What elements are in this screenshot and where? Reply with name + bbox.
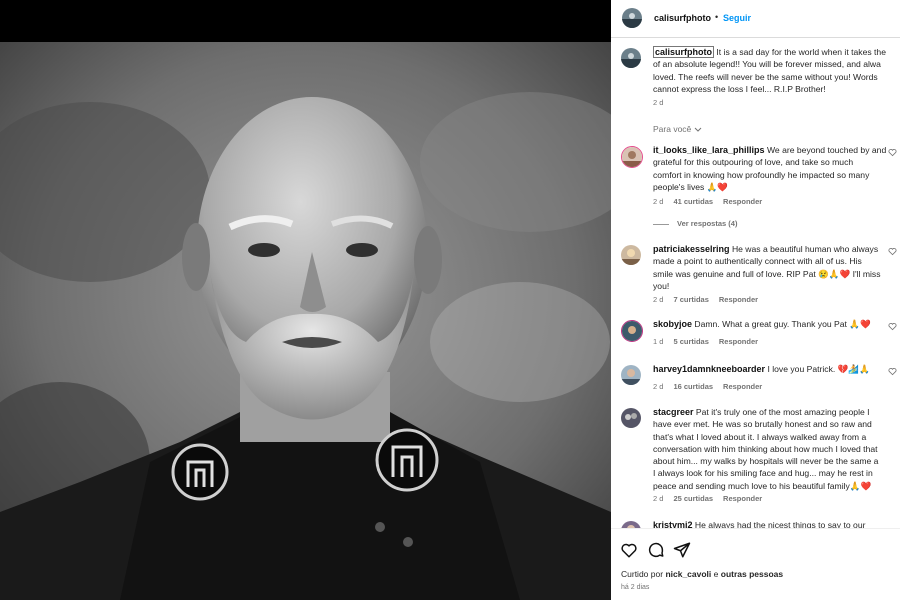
comment-likes[interactable]: 7 curtidas (673, 295, 708, 304)
comments-list[interactable]: calisurfphoto It is a sad day for the wo… (611, 38, 900, 528)
post-date: há 2 dias (621, 584, 650, 591)
comment-likes[interactable]: 16 curtidas (673, 382, 713, 391)
comment-line: that's what I loved about it. I always w… (653, 431, 867, 442)
commenter-username[interactable]: it_looks_like_lara_phillips (653, 145, 765, 155)
comment-text: skobyjoe Damn. What a great guy. Thank y… (653, 318, 900, 330)
commenter-username[interactable]: harvey1damnkneeboarder (653, 364, 765, 374)
caption-meta: 2 d (653, 98, 673, 107)
commenter-avatar[interactable] (621, 521, 641, 528)
replies-divider (653, 223, 669, 225)
comment-age: 2 d (653, 382, 664, 391)
commenter-avatar[interactable] (621, 146, 643, 168)
comment-line: Pat it's truly one of the most amazing p… (695, 407, 870, 417)
comment-text: harvey1damnkneeboarder I love you Patric… (653, 363, 900, 375)
comment-text: patriciakesselring He was a beautiful hu… (653, 243, 900, 292)
commenter-avatar[interactable] (621, 365, 641, 385)
caption-age: 2 d (653, 98, 664, 107)
reply-button[interactable]: Responder (719, 337, 758, 346)
comment-line: smile was genuine and full of love. RIP … (653, 268, 881, 279)
comment-line: made a point to authentically connect wi… (653, 256, 862, 267)
heart-icon[interactable] (620, 541, 638, 559)
comment-line: He was a beautiful human who always (731, 244, 879, 254)
liked-by: Curtido por nick_cavoli e outras pessoas (621, 569, 783, 579)
comment-line: people's lives 🙏❤️ (653, 181, 729, 192)
comment-text: it_looks_like_lara_phillips We are beyon… (653, 144, 900, 193)
comment-line: He always had the nicest things to say t… (694, 520, 866, 528)
commenter-username[interactable]: skobyjoe (653, 319, 692, 329)
chevron-down-icon (694, 124, 702, 134)
commenter-avatar[interactable] (621, 245, 641, 265)
comment-line: conversation with him thinking about how… (653, 443, 878, 454)
comment-line: grateful for this outpouring of love, an… (653, 157, 854, 168)
commenter-username[interactable]: patriciakesselring (653, 244, 730, 254)
comment-line: peace and sending much love to his beaut… (653, 480, 872, 491)
comment-line: I love you Patrick. 💔🏄🙏 (767, 364, 870, 374)
reply-button[interactable]: Responder (723, 382, 762, 391)
post-details-panel: calisurfphoto • Seguir calisurfphoto It … (611, 0, 900, 600)
follow-button[interactable]: Seguir (723, 13, 751, 23)
comment-text: kristymj2 He always had the nicest thing… (653, 519, 900, 528)
commenter-avatar[interactable] (621, 408, 641, 428)
reply-button[interactable]: Responder (723, 494, 762, 503)
commenter-avatar[interactable] (621, 320, 643, 342)
comment-age: 1 d (653, 337, 664, 346)
comment-line: have ever met. He was so brutally honest… (653, 419, 872, 430)
caption-line: of an absolute legend!! You will be fore… (653, 59, 881, 70)
comment-age: 2 d (653, 295, 664, 304)
comment-line: you! (653, 280, 670, 291)
author-avatar[interactable] (621, 48, 641, 68)
comment-text: stacgreer Pat it's truly one of the most… (653, 406, 900, 492)
comment-line: comfort in knowing how profoundly he imp… (653, 169, 870, 180)
comment-line: Damn. What a great guy. Thank you Pat 🙏❤… (694, 319, 871, 329)
for-you-filter[interactable]: Para você (653, 124, 702, 134)
post-photo[interactable] (0, 42, 611, 600)
caption-line: cannot express the loss I feel... R.I.P … (653, 83, 826, 94)
liked-by-prefix: Curtido por (621, 569, 664, 579)
comment-likes[interactable]: 41 curtidas (673, 197, 713, 206)
caption-line: loved. The reefs will never be the same … (653, 71, 878, 82)
view-replies-label: Ver respostas (4) (677, 219, 738, 228)
post-header: calisurfphoto • Seguir (611, 0, 900, 38)
comment-age: 2 d (653, 494, 664, 503)
like-comment-heart-icon[interactable] (888, 148, 897, 157)
post-actions: Curtido por nick_cavoli e outras pessoas… (611, 528, 900, 600)
comment-age: 2 d (653, 197, 664, 206)
separator-dot: • (715, 12, 719, 22)
for-you-label: Para você (653, 124, 692, 134)
comment-meta: 2 d 25 curtidas Responder (653, 494, 772, 503)
liked-by-user[interactable]: nick_cavoli (665, 569, 711, 579)
liked-by-others[interactable]: outras pessoas (721, 569, 783, 579)
comment-meta: 2 d 16 curtidas Responder (653, 382, 772, 391)
caption-line: It is a sad day for the world when it ta… (716, 47, 886, 57)
photo-pane (0, 0, 611, 600)
comment-meta: 2 d 41 curtidas Responder (653, 197, 772, 206)
like-comment-heart-icon[interactable] (888, 367, 897, 376)
comment-likes[interactable]: 5 curtidas (673, 337, 708, 346)
liked-by-conjunction: e (713, 569, 719, 579)
comment-meta: 1 d 5 curtidas Responder (653, 337, 768, 346)
author-username[interactable]: calisurfphoto (654, 13, 711, 23)
comment-icon[interactable] (647, 541, 665, 559)
comment-line: about him... my walks by hospitals will … (653, 456, 879, 467)
comment-line: I always look for his smiling face and h… (653, 468, 873, 479)
comment-line: We are beyond touched by and (766, 145, 887, 155)
commenter-username[interactable]: stacgreer (653, 407, 694, 417)
comment-likes[interactable]: 25 curtidas (673, 494, 713, 503)
caption-username[interactable]: calisurfphoto (653, 46, 715, 58)
reply-button[interactable]: Responder (723, 197, 762, 206)
like-comment-heart-icon[interactable] (888, 247, 897, 256)
caption-text: calisurfphoto It is a sad day for the wo… (653, 46, 900, 95)
author-avatar[interactable] (622, 8, 642, 28)
commenter-username[interactable]: kristymj2 (653, 520, 693, 528)
reply-button[interactable]: Responder (719, 295, 758, 304)
like-comment-heart-icon[interactable] (888, 322, 897, 331)
view-replies-button[interactable]: Ver respostas (4) (653, 219, 737, 228)
comment-meta: 2 d 7 curtidas Responder (653, 295, 768, 304)
share-icon[interactable] (673, 541, 691, 559)
